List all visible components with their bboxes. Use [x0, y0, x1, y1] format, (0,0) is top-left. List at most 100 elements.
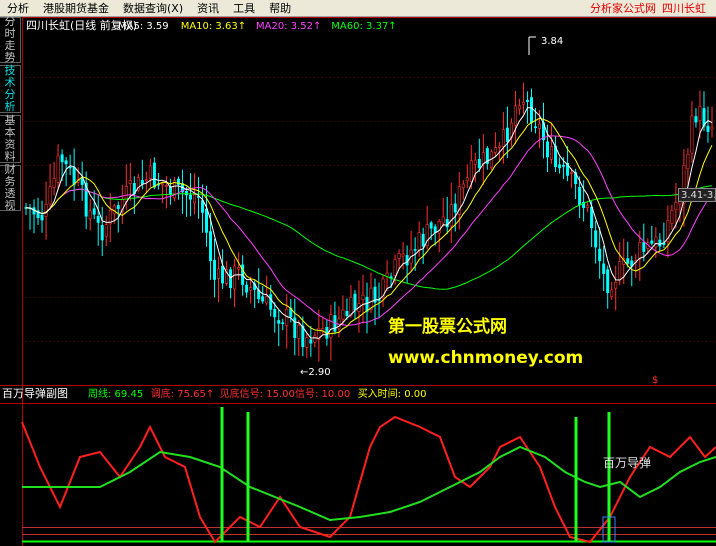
candle-body: [501, 129, 505, 147]
candle-body: [221, 265, 225, 284]
candle-body: [638, 242, 642, 260]
candle-body: [654, 236, 658, 248]
candle-body: [188, 194, 192, 200]
candle-body: [249, 287, 253, 291]
candle-body: [160, 183, 164, 186]
candle-body: [353, 293, 357, 311]
candle-body: [610, 289, 614, 297]
candle-body: [477, 158, 481, 169]
legend-item: MA5: 3.59: [118, 21, 169, 32]
candle-body: [469, 160, 473, 182]
candle-body: [140, 180, 144, 185]
candle-body: [614, 281, 618, 289]
candle-body: [201, 200, 205, 213]
link-formula-site[interactable]: 分析家公式网: [590, 0, 656, 16]
candle-body: [361, 294, 365, 300]
candle-body: [168, 186, 172, 196]
candle-body: [96, 216, 100, 223]
candle-body: [626, 258, 630, 264]
candle-body: [269, 294, 273, 310]
link-stock-name[interactable]: 四川长虹: [662, 0, 706, 16]
candle-body: [618, 261, 622, 281]
candle-body: [345, 310, 349, 316]
candle-body: [341, 309, 345, 320]
candle-body: [445, 219, 449, 228]
candle-body: [184, 190, 188, 196]
candle-body: [521, 101, 525, 105]
candle-body: [205, 208, 209, 233]
candle-body: [60, 154, 64, 163]
legend-item: 见底信号: 15.00: [220, 387, 295, 400]
dollar-mark: $: [652, 375, 658, 386]
candle-body: [72, 166, 76, 185]
high-price-label: 3.84: [541, 36, 563, 47]
candle-body: [261, 296, 265, 302]
legend-item: 调底: 75.65↑: [151, 387, 215, 400]
menu-item-hk-futures-funds[interactable]: 港股期货基金: [36, 0, 116, 17]
candle-body: [570, 172, 574, 174]
candle-body: [401, 253, 405, 257]
candle-body: [493, 147, 497, 153]
candle-body: [100, 225, 104, 241]
candle-body: [670, 210, 674, 224]
main-indicator-legend: MA5: 3.59 MA10: 3.63↑ MA20: 3.52↑ MA60: 3.3…: [118, 21, 397, 32]
legend-item: MA20: 3.52↑: [256, 21, 321, 32]
candle-body: [473, 159, 477, 165]
menu-item-data-query[interactable]: 数据查询(X): [116, 0, 190, 17]
candle-body: [56, 155, 60, 183]
candle-body: [642, 242, 646, 252]
candle-body: [44, 204, 48, 217]
candle-body: [686, 154, 690, 170]
candle-body: [594, 230, 598, 248]
menu-item-help[interactable]: 帮助: [262, 0, 298, 17]
candle-body: [128, 180, 132, 184]
candle-body: [116, 205, 120, 209]
legend-item: MA10: 3.63↑: [181, 21, 246, 32]
candle-body: [505, 127, 509, 142]
right-price-label: 3.41-3.41: [678, 188, 716, 202]
menu-item-news[interactable]: 资讯: [190, 0, 226, 17]
candle-body: [365, 296, 369, 312]
candle-body: [48, 186, 52, 205]
candle-body: [433, 226, 437, 233]
candle-body: [397, 253, 401, 259]
candle-body: [710, 126, 714, 130]
candle-body: [449, 204, 453, 227]
candle-body: [525, 99, 529, 102]
candle-body: [465, 177, 469, 182]
candle-body: [152, 162, 156, 188]
candle-body: [658, 239, 662, 247]
candle-body: [598, 248, 602, 262]
candle-body: [104, 224, 108, 237]
candle-body: [237, 267, 241, 270]
candle-body: [513, 105, 517, 126]
watermark-url: www.chnmoney.com: [388, 348, 583, 368]
candle-body: [265, 296, 269, 304]
candle-body: [413, 249, 417, 251]
candle-body: [421, 233, 425, 247]
sub-red-line: [21, 415, 716, 544]
candle-body: [213, 259, 217, 280]
legend-item: MA60: 3.37↑: [331, 21, 396, 32]
candle-body: [245, 284, 249, 293]
candle-body: [586, 205, 590, 208]
candle-body: [305, 337, 309, 348]
candle-body: [674, 202, 678, 211]
legend-item: 周线: 69.45: [88, 387, 143, 400]
candle-body: [694, 116, 698, 123]
candle-body: [429, 222, 433, 229]
candle-body: [441, 216, 445, 224]
candle-body: [209, 231, 213, 261]
candle-body: [690, 115, 694, 154]
candle-body: [497, 145, 501, 148]
stock-chart[interactable]: 四川长虹(日线 前复权) MA5: 3.59 MA10: 3.63↑ MA20: 3…: [0, 17, 716, 546]
candle-body: [233, 265, 237, 290]
menu-item-tools[interactable]: 工具: [226, 0, 262, 17]
candle-body: [297, 324, 301, 339]
candle-body: [602, 263, 606, 274]
ma5-line: [25, 107, 713, 339]
candle-body: [578, 187, 582, 206]
candle-body: [217, 268, 221, 279]
candle-body: [124, 185, 128, 203]
candle-body: [349, 296, 353, 316]
